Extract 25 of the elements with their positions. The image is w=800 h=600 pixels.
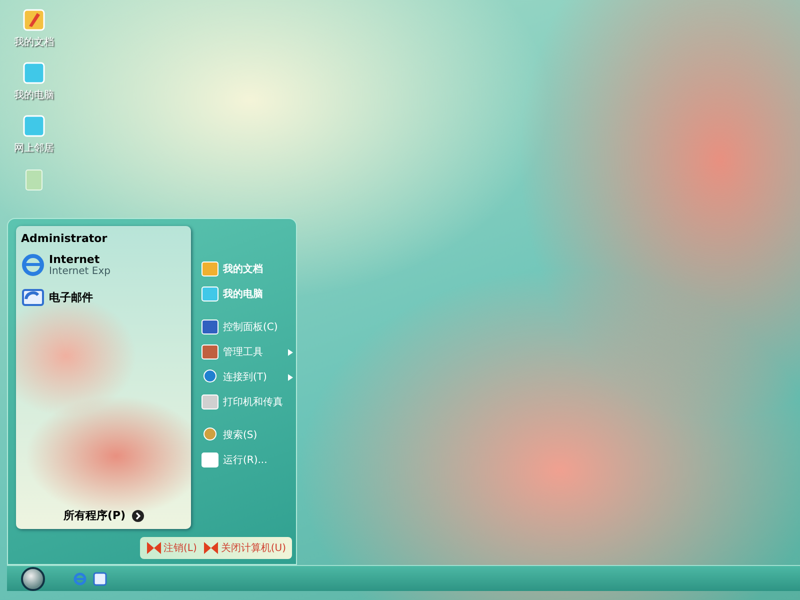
program-title[interactable]: Internet — [49, 253, 110, 266]
desktop-icon-label[interactable]: 我的电脑 — [14, 88, 54, 102]
menu-item[interactable]: 打印机和传真 — [201, 392, 293, 412]
arrow-right-icon[interactable] — [132, 510, 144, 522]
menu-item[interactable]: 我的文档 — [201, 259, 293, 279]
start-button[interactable] — [21, 566, 45, 590]
user-name: Administrator — [21, 232, 108, 245]
bow-icon — [202, 541, 219, 555]
bow-icon — [146, 541, 162, 555]
menu-item[interactable]: 搜索(S) — [201, 425, 293, 445]
desktop-icon-label[interactable]: 我的文档 — [14, 35, 54, 49]
menu-item[interactable]: 运行(R)... — [201, 450, 293, 470]
program-title[interactable]: 电子邮件 — [49, 290, 93, 304]
menu-item[interactable]: 连接到(T) — [201, 367, 293, 387]
submenu-arrow-icon — [288, 374, 293, 380]
logoff-button[interactable]: 注销(L) — [146, 541, 197, 555]
shutdown-button[interactable]: 关闭计算机(U) — [202, 541, 286, 555]
desktop-icon-label[interactable]: 网上邻居 — [14, 141, 54, 155]
browser-icon[interactable] — [21, 253, 45, 277]
program-subtitle: Internet Exp — [49, 266, 110, 277]
submenu-arrow-icon — [288, 348, 293, 356]
menu-item[interactable]: 管理工具 — [201, 342, 293, 362]
menu-item[interactable]: 控制面板(C) — [201, 317, 293, 337]
all-programs-link[interactable]: 所有程序(P) — [63, 508, 126, 523]
menu-item[interactable]: 我的电脑 — [201, 284, 293, 304]
